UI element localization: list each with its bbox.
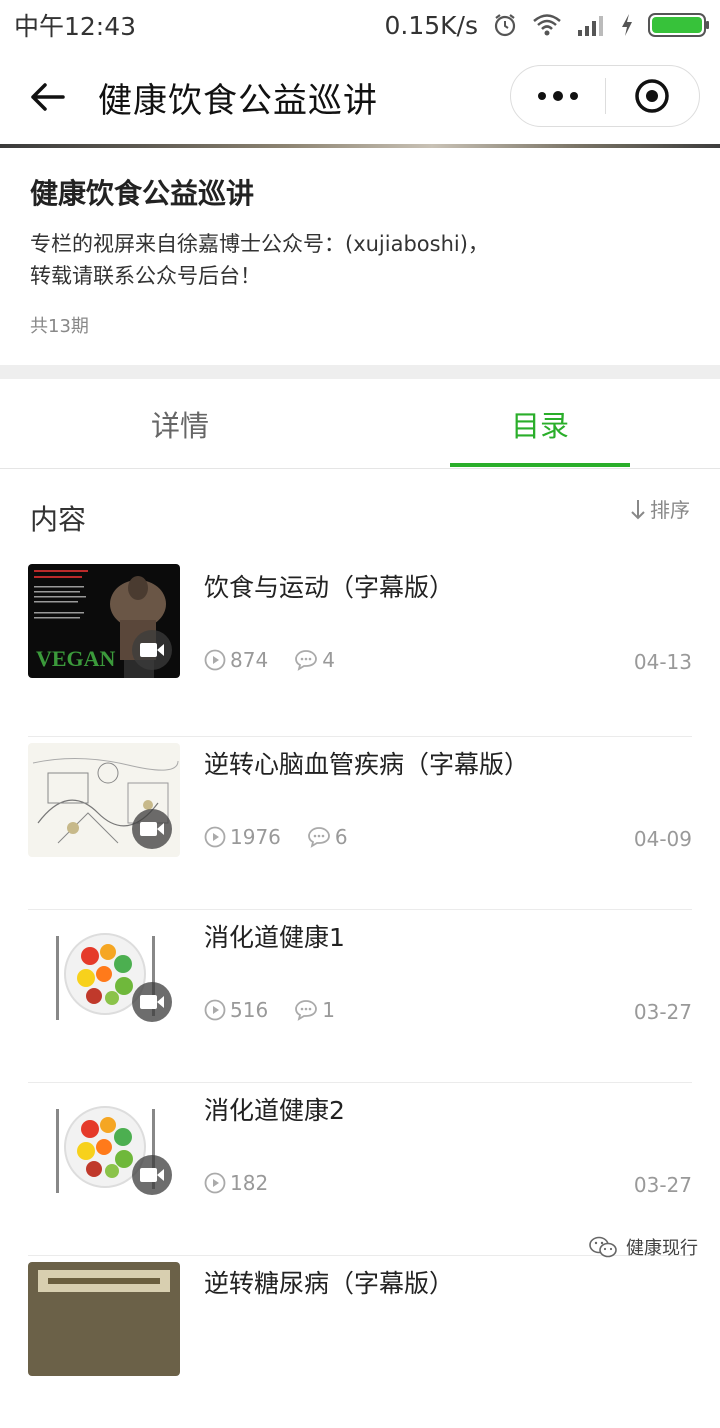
- signal-icon: [578, 16, 603, 36]
- list-item[interactable]: VEGAN 饮食与运动（字幕版） 874 4 04-13: [28, 564, 692, 737]
- video-thumbnail: [28, 1262, 180, 1376]
- alarm-icon: [494, 14, 516, 37]
- section-title: 内容: [30, 503, 87, 536]
- video-thumbnail: [28, 743, 180, 857]
- page-title: 健康饮食公益巡讲: [98, 80, 378, 121]
- vegan-text: VEGAN: [36, 646, 116, 671]
- comment-count: 4: [294, 648, 335, 672]
- item-stats: 874 4: [204, 648, 361, 672]
- list-item[interactable]: 消化道健康1 516 1 03-27: [28, 910, 692, 1083]
- play-icon: [204, 1172, 226, 1194]
- item-title: 消化道健康2: [204, 1096, 345, 1125]
- column-info: 健康饮食公益巡讲 专栏的视屏来自徐嘉博士公众号：(xujiaboshi)， 转载…: [30, 172, 690, 338]
- play-count: 516: [204, 998, 268, 1022]
- episode-count: 共13期: [30, 316, 89, 337]
- content-section-header: 内容 排序: [30, 494, 690, 542]
- item-date: 03-27: [633, 1173, 692, 1197]
- cover-image-strip: [0, 144, 720, 148]
- back-button[interactable]: [12, 50, 82, 144]
- list-item[interactable]: 消化道健康2 182 03-27: [28, 1083, 692, 1256]
- item-date: 04-13: [633, 650, 692, 674]
- arrow-down-icon: [631, 499, 645, 519]
- more-button[interactable]: [511, 66, 605, 126]
- list-item[interactable]: 逆转心脑血管疾病（字幕版） 1976 6 04-09: [28, 737, 692, 910]
- description-line-1: 专栏的视屏来自徐嘉博士公众号：(xujiaboshi)，: [30, 232, 489, 256]
- column-title: 健康饮食公益巡讲: [30, 177, 255, 210]
- play-icon: [204, 999, 226, 1021]
- tab-bar: 详情 目录: [0, 379, 720, 469]
- video-badge: [132, 982, 172, 1022]
- tab-details[interactable]: 详情: [0, 379, 360, 468]
- item-title: 饮食与运动（字幕版）: [204, 573, 455, 602]
- target-circle-icon: [635, 79, 669, 113]
- item-stats: 182: [204, 1171, 294, 1195]
- tab-catalog[interactable]: 目录: [360, 379, 720, 468]
- sort-button[interactable]: 排序: [630, 494, 690, 523]
- item-date: 03-27: [633, 1000, 692, 1024]
- video-thumbnail: VEGAN: [28, 564, 180, 678]
- comment-count: 6: [307, 825, 348, 849]
- video-camera-icon: [140, 995, 164, 1009]
- column-description: 专栏的视屏来自徐嘉博士公众号：(xujiaboshi)， 转载请联系公众号后台！: [30, 228, 690, 292]
- battery-icon: [648, 13, 709, 37]
- item-title: 逆转糖尿病（字幕版）: [204, 1269, 455, 1298]
- status-bar: 中午12:43 0.15K/s: [0, 0, 720, 50]
- item-stats: 516 1: [204, 998, 361, 1022]
- video-camera-icon: [140, 643, 164, 657]
- episode-list: VEGAN 饮食与运动（字幕版） 874 4 04-13 逆转心脑血管疾病（字幕…: [28, 564, 692, 1428]
- charging-icon: [622, 14, 632, 36]
- play-count: 182: [204, 1171, 268, 1195]
- description-line-2: 转载请联系公众号后台！: [30, 264, 261, 288]
- sort-label: 排序: [650, 498, 690, 522]
- wechat-icon: [589, 1236, 617, 1258]
- wifi-icon: [533, 14, 561, 36]
- play-count: 874: [204, 648, 268, 672]
- item-title: 逆转心脑血管疾病（字幕版）: [204, 750, 530, 779]
- item-stats: 1976 6: [204, 825, 374, 849]
- play-icon: [204, 826, 226, 848]
- item-date: 04-09: [633, 827, 692, 851]
- play-icon: [204, 649, 226, 671]
- more-dots-icon: [537, 91, 578, 101]
- video-badge: [132, 630, 172, 670]
- comment-icon: [295, 650, 318, 671]
- comment-count: 1: [294, 998, 335, 1022]
- close-button[interactable]: [606, 66, 700, 126]
- active-tab-indicator: [450, 463, 630, 467]
- watermark-text: 健康现行: [626, 1238, 698, 1259]
- video-badge: [132, 1155, 172, 1195]
- video-badge: [132, 809, 172, 849]
- status-icons: 0.15K/s: [384, 10, 709, 40]
- mini-program-capsule: [510, 65, 700, 127]
- comment-icon: [308, 827, 330, 848]
- video-camera-icon: [140, 1168, 164, 1182]
- list-item[interactable]: 逆转糖尿病（字幕版）: [28, 1256, 692, 1428]
- watermark: 健康现行: [588, 1234, 698, 1260]
- net-speed: 0.15K/s: [384, 10, 478, 40]
- section-divider: [0, 365, 720, 379]
- back-arrow-icon: [31, 83, 65, 111]
- status-time: 中午12:43: [14, 12, 137, 41]
- comment-icon: [295, 1000, 318, 1021]
- video-thumbnail: [28, 916, 180, 1030]
- nav-bar: 健康饮食公益巡讲: [0, 50, 720, 144]
- item-title: 消化道健康1: [204, 923, 345, 952]
- video-thumbnail: [28, 1089, 180, 1203]
- video-camera-icon: [140, 822, 164, 836]
- play-count: 1976: [204, 825, 281, 849]
